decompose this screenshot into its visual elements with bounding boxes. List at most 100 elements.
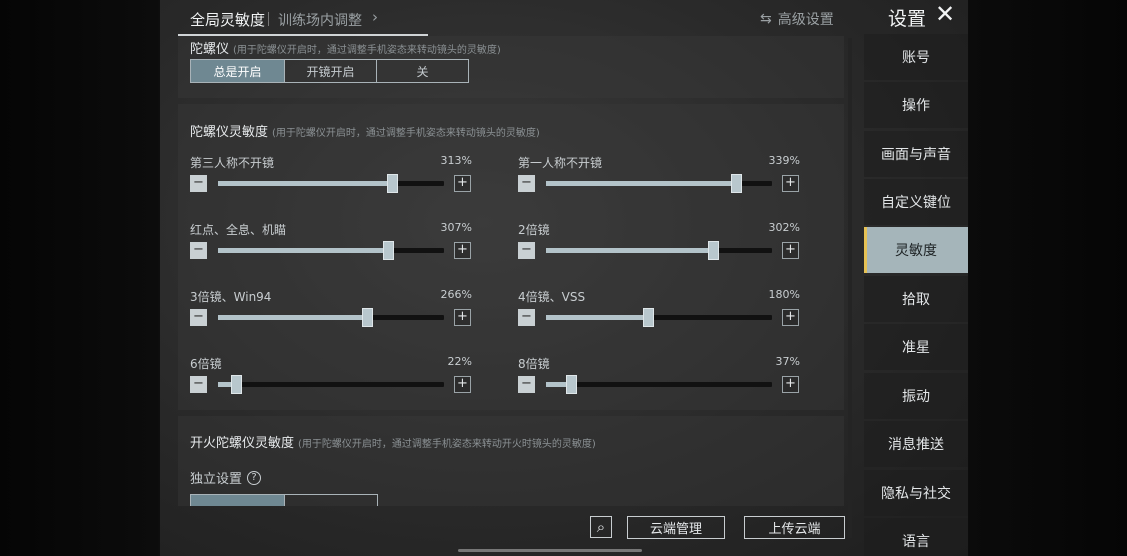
decrease-button[interactable]: −	[190, 309, 207, 326]
independent-option-off[interactable]	[285, 495, 377, 506]
search-button[interactable]: ⌕	[590, 516, 612, 538]
increase-button[interactable]: +	[454, 309, 471, 326]
increase-button[interactable]: +	[782, 376, 799, 393]
close-icon[interactable]: ✕	[935, 2, 955, 26]
increase-button[interactable]: +	[454, 242, 471, 259]
tab-divider	[268, 12, 269, 26]
sensitivity-slider[interactable]	[546, 375, 772, 394]
fire-gyro-title-text: 开火陀螺仪灵敏度	[190, 436, 295, 451]
increase-button[interactable]: +	[782, 309, 799, 326]
sensitivity-value: 37%	[775, 355, 800, 368]
slider-thumb[interactable]	[387, 174, 398, 193]
sensitivity-label: 第一人称不开镜	[518, 156, 603, 170]
settings-sidebar: 账号 操作 画面与声音 自定义键位 灵敏度 拾取 准星 振动 消息推送 隐私与社…	[864, 32, 968, 556]
gyro-sensitivity-title: 陀螺仪灵敏度 (用于陀螺仪开启时，通过调整手机姿态来转动镜头的灵敏度)	[190, 121, 540, 140]
sensitivity-row: 红点、全息、机瞄 307% − +	[190, 221, 480, 271]
decrease-button[interactable]: −	[518, 175, 535, 192]
slider-fill	[218, 181, 392, 186]
gyro-mode-selector: 总是开启 开镜开启 关	[190, 59, 469, 83]
decrease-button[interactable]: −	[518, 242, 535, 259]
scrollbar[interactable]	[848, 38, 852, 538]
sidebar-item-language[interactable]: 语言	[864, 518, 968, 556]
sensitivity-row: 3倍镜、Win94 266% − +	[190, 288, 480, 338]
slider-thumb[interactable]	[382, 241, 394, 260]
sensitivity-label: 2倍镜	[518, 223, 550, 237]
sensitivity-content: 陀螺仪 (用于陀螺仪开启时，通过调整手机姿态来转动镜头的灵敏度) 总是开启 开镜开…	[178, 36, 844, 506]
independent-setting: 独立设置 ?	[190, 468, 262, 487]
advanced-settings-button[interactable]: ⇆ 高级设置	[760, 9, 834, 29]
sidebar-item-push[interactable]: 消息推送	[864, 421, 968, 467]
sensitivity-slider[interactable]	[546, 241, 772, 260]
decrease-button[interactable]: −	[190, 376, 207, 393]
increase-button[interactable]: +	[454, 175, 471, 192]
sensitivity-value: 339%	[768, 154, 800, 167]
slider-fill	[546, 181, 736, 186]
sidebar-item-crosshair[interactable]: 准星	[864, 324, 968, 370]
increase-button[interactable]: +	[454, 376, 471, 393]
gyro-option-always[interactable]: 总是开启	[191, 60, 285, 82]
sidebar-item-controls[interactable]: 操作	[864, 82, 968, 128]
sidebar-item-vibration[interactable]: 振动	[864, 373, 968, 419]
sidebar-item-pickup[interactable]: 拾取	[864, 276, 968, 322]
sensitivity-slider[interactable]	[546, 174, 772, 193]
slider-thumb[interactable]	[642, 308, 654, 327]
sensitivity-slider[interactable]	[218, 241, 444, 260]
decrease-button[interactable]: −	[190, 175, 207, 192]
cloud-upload-button[interactable]: 上传云端	[744, 516, 845, 539]
decrease-button[interactable]: −	[190, 242, 207, 259]
decrease-button[interactable]: −	[518, 376, 535, 393]
sensitivity-row: 4倍镜、VSS 180% − +	[518, 288, 808, 338]
sensitivity-label: 8倍镜	[518, 357, 550, 371]
slider-thumb[interactable]	[362, 308, 374, 327]
gyro-sensitivity-section: 陀螺仪灵敏度 (用于陀螺仪开启时，通过调整手机姿态来转动镜头的灵敏度) 第三人称不…	[178, 104, 844, 410]
cloud-manage-button[interactable]: 云端管理	[627, 516, 725, 539]
decrease-button[interactable]: −	[518, 309, 535, 326]
sidebar-item-privacy[interactable]: 隐私与社交	[864, 470, 968, 516]
tab-training-adjust[interactable]: 训练场内调整	[278, 10, 362, 30]
slider-fill	[546, 315, 648, 320]
gyro-section: 陀螺仪 (用于陀螺仪开启时，通过调整手机姿态来转动镜头的灵敏度) 总是开启 开镜开…	[178, 36, 844, 98]
gyro-option-scope[interactable]: 开镜开启	[285, 60, 377, 82]
increase-button[interactable]: +	[782, 175, 799, 192]
sensitivity-label: 第三人称不开镜	[190, 156, 275, 170]
fire-gyro-section: 开火陀螺仪灵敏度 (用于陀螺仪开启时，通过调整手机姿态来转动开火时镜头的灵敏度) …	[178, 416, 844, 506]
sensitivity-slider[interactable]	[546, 308, 772, 327]
sidebar-item-graphics[interactable]: 画面与声音	[864, 131, 968, 177]
settings-title: 设置	[888, 8, 927, 30]
advanced-settings-label: 高级设置	[777, 12, 834, 28]
slider-thumb[interactable]	[708, 241, 720, 260]
gyro-title: 陀螺仪 (用于陀螺仪开启时，通过调整手机姿态来转动镜头的灵敏度)	[190, 38, 501, 57]
settings-window: 全局灵敏度 训练场内调整 › ⇆ 高级设置 设置 ✕ 陀螺仪 (用于陀螺仪开启时，…	[160, 0, 968, 556]
sidebar-item-account[interactable]: 账号	[864, 34, 968, 80]
sensitivity-label: 3倍镜、Win94	[190, 290, 272, 304]
screen: 全局灵敏度 训练场内调整 › ⇆ 高级设置 设置 ✕ 陀螺仪 (用于陀螺仪开启时，…	[0, 0, 1127, 556]
slider-fill	[546, 248, 714, 253]
sensitivity-row: 8倍镜 37% − +	[518, 355, 808, 405]
sensitivity-row: 6倍镜 22% − +	[190, 355, 480, 405]
chevron-right-icon[interactable]: ›	[372, 8, 378, 26]
slider-thumb[interactable]	[565, 375, 577, 394]
gyro-sensitivity-hint: (用于陀螺仪开启时，通过调整手机姿态来转动镜头的灵敏度)	[272, 128, 540, 139]
sensitivity-value: 307%	[440, 221, 472, 234]
bottom-bar: ⌕ 云端管理 上传云端	[160, 508, 845, 548]
sensitivity-slider[interactable]	[218, 308, 444, 327]
sensitivity-value: 266%	[440, 288, 472, 301]
sensitivity-slider[interactable]	[218, 375, 444, 394]
slider-fill	[218, 248, 388, 253]
sensitivity-slider[interactable]	[218, 174, 444, 193]
sensitivity-row: 2倍镜 302% − +	[518, 221, 808, 271]
gyro-title-text: 陀螺仪	[190, 42, 230, 57]
increase-button[interactable]: +	[782, 242, 799, 259]
independent-option-on[interactable]	[191, 495, 285, 506]
sidebar-item-sensitivity[interactable]: 灵敏度	[864, 227, 968, 273]
tab-global-sensitivity[interactable]: 全局灵敏度	[190, 9, 265, 30]
slider-thumb[interactable]	[231, 375, 243, 394]
help-icon[interactable]: ?	[247, 470, 262, 485]
sensitivity-label: 红点、全息、机瞄	[190, 223, 287, 237]
slider-thumb[interactable]	[730, 174, 742, 193]
sensitivity-label: 6倍镜	[190, 357, 222, 371]
swap-icon: ⇆	[760, 11, 772, 27]
gyro-option-off[interactable]: 关	[377, 60, 468, 82]
top-bar: 全局灵敏度 训练场内调整 › ⇆ 高级设置 设置 ✕	[160, 0, 968, 36]
sidebar-item-keybinds[interactable]: 自定义键位	[864, 179, 968, 225]
